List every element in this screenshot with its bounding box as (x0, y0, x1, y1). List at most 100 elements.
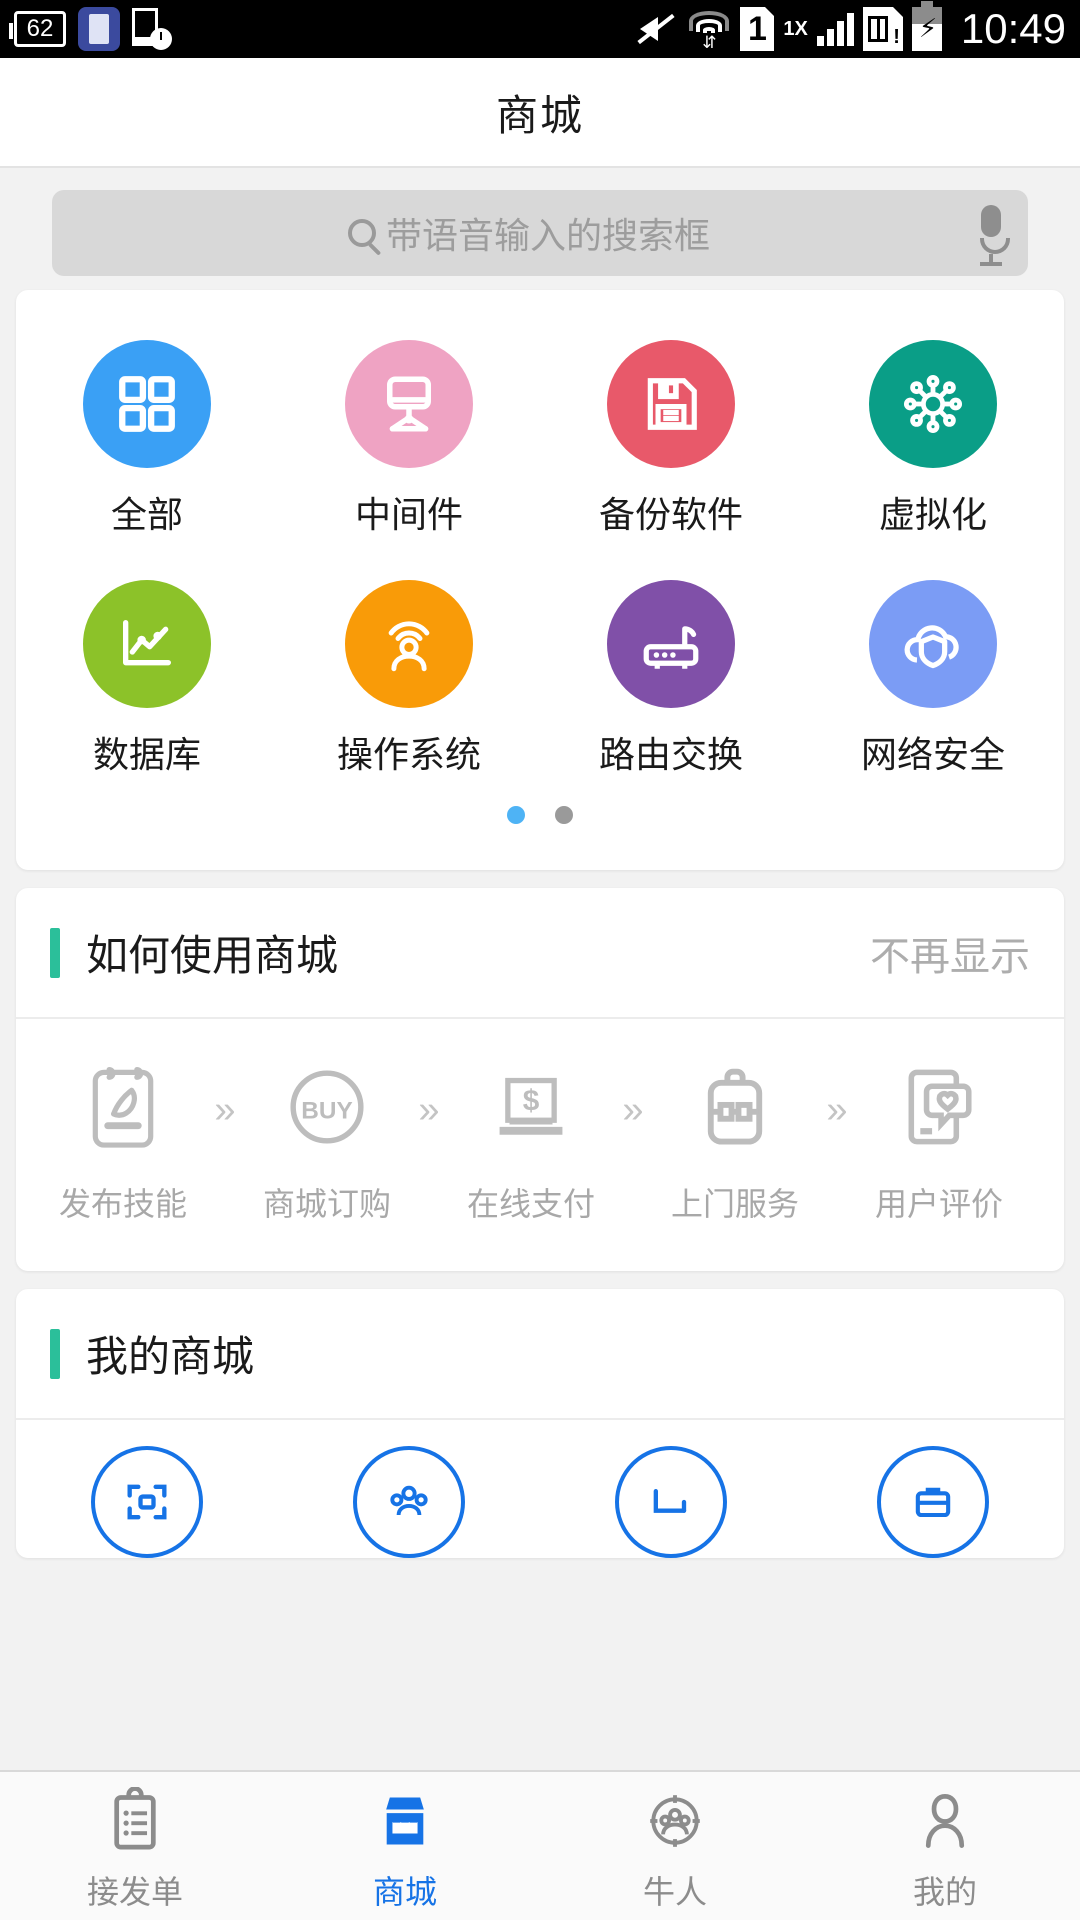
category-label: 数据库 (92, 734, 201, 775)
category-card: 全部 中间件 备份软件 虚拟化 数据库 操作系统 路由交换 网络安全 (16, 290, 1064, 870)
category-label: 虚拟化 (878, 494, 987, 535)
category-item-middleware[interactable]: 中间件 (278, 340, 540, 538)
scan-frame-icon (91, 1446, 203, 1558)
category-item-netsecurity[interactable]: 网络安全 (802, 580, 1064, 778)
status-bar: 62 ⇵ 1 1X ! ⚡ 10:49 (0, 0, 1080, 58)
step-separator-icon: » (418, 1089, 440, 1131)
sim-alert-icon: ! (862, 7, 903, 51)
phone-charging-icon (78, 7, 120, 51)
howto-step-order[interactable]: BUY 商城订购 (244, 1061, 410, 1225)
tab-talent[interactable]: 牛人 (540, 1779, 810, 1913)
category-label: 全部 (110, 494, 183, 535)
pager-dot-2[interactable] (555, 806, 573, 824)
clipboard-list-icon (105, 1779, 165, 1855)
mymall-header: 我的商城 (16, 1289, 1064, 1418)
howto-step-pay[interactable]: $ 在线支付 (448, 1061, 614, 1225)
step-separator-icon: » (622, 1089, 644, 1131)
search-section: 带语音输入的搜索框 (0, 168, 1080, 290)
step-label: 用户评价 (874, 1186, 1003, 1222)
buy-circle-icon: BUY (285, 1061, 369, 1153)
vibrate-mute-icon (632, 10, 678, 48)
page-title: 商城 (495, 91, 584, 139)
mymall-title: 我的商城 (86, 1333, 255, 1380)
virus-node-icon (869, 340, 997, 468)
mymall-item-4[interactable] (802, 1446, 1064, 1558)
category-item-all[interactable]: 全部 (16, 340, 278, 538)
howto-step-publish[interactable]: 发布技能 (40, 1061, 206, 1225)
mymall-item-1[interactable] (16, 1446, 278, 1558)
step-label: 发布技能 (58, 1186, 187, 1222)
floppy-disk-icon (607, 340, 735, 468)
search-input-area[interactable]: 带语音输入的搜索框 (78, 207, 980, 259)
step-separator-icon: » (826, 1089, 848, 1131)
category-grid: 全部 中间件 备份软件 虚拟化 数据库 操作系统 路由交换 网络安全 (16, 340, 1064, 778)
mymall-item-2[interactable] (278, 1446, 540, 1558)
laptop-dollar-icon: $ (488, 1061, 574, 1153)
briefcase-icon (877, 1446, 989, 1558)
microphone-icon[interactable] (980, 205, 1010, 266)
step-label: 商城订购 (262, 1186, 391, 1222)
category-item-virtualization[interactable]: 虚拟化 (802, 340, 1064, 538)
howto-steps: 发布技能 » BUY 商城订购 » $ 在线支付 » 上门服务 » 用户评价 (16, 1019, 1064, 1271)
sim-slot-value: 1 (747, 9, 767, 48)
people-group-icon (353, 1446, 465, 1558)
shop-icon (374, 1779, 436, 1855)
battery-badge-value: 62 (26, 15, 54, 42)
step-label: 在线支付 (466, 1186, 595, 1222)
svg-text:BUY: BUY (301, 1098, 352, 1125)
bracket-icon (615, 1446, 727, 1558)
step-separator-icon: » (214, 1089, 236, 1131)
category-label: 备份软件 (598, 494, 743, 535)
phone-timer-icon (132, 8, 172, 50)
search-box[interactable]: 带语音输入的搜索框 (52, 190, 1028, 276)
category-item-os[interactable]: 操作系统 (278, 580, 540, 778)
cloud-shield-icon (869, 580, 997, 708)
howto-step-service[interactable]: 上门服务 (652, 1061, 818, 1225)
category-label: 网络安全 (860, 734, 1005, 775)
mymall-card: 我的商城 (16, 1289, 1064, 1558)
status-bar-right: ⇵ 1 1X ! ⚡ 10:49 (632, 1, 1066, 52)
category-pager[interactable] (16, 778, 1064, 858)
category-item-backup[interactable]: 备份软件 (540, 340, 802, 538)
tab-label: 牛人 (642, 1874, 707, 1910)
category-label: 中间件 (354, 494, 463, 535)
app-root: 62 ⇵ 1 1X ! ⚡ 10:49 商城 带语音输入的搜索框 全部 中间件 … (0, 0, 1080, 1920)
tab-label: 商城 (372, 1874, 437, 1910)
svg-text:$: $ (523, 1084, 540, 1117)
howto-header: 如何使用商城 不再显示 (16, 888, 1064, 1017)
step-label: 上门服务 (670, 1186, 799, 1222)
network-type-label: 1X (783, 17, 808, 40)
category-item-database[interactable]: 数据库 (16, 580, 278, 778)
status-bar-clock: 10:49 (960, 5, 1066, 52)
battery-saver-icon: 62 (9, 11, 66, 47)
broadcast-users-icon (345, 580, 473, 708)
mymall-grid (16, 1420, 1064, 1558)
tab-orders[interactable]: 接发单 (0, 1779, 270, 1913)
line-chart-icon (83, 580, 211, 708)
title-bar: 商城 (0, 58, 1080, 168)
wifi-icon: ⇵ (687, 9, 731, 51)
bottom-tab-bar: 接发单 商城 牛人 我的 (0, 1770, 1080, 1920)
battery-charging-icon: ⚡ (911, 1, 942, 51)
howto-dismiss-button[interactable]: 不再显示 (870, 924, 1030, 982)
toolbox-icon (693, 1061, 777, 1153)
router-icon (607, 580, 735, 708)
status-bar-left: 62 (9, 7, 172, 51)
howto-step-review[interactable]: 用户评价 (856, 1061, 1022, 1225)
clipboard-pen-icon (81, 1061, 165, 1153)
mymall-item-3[interactable] (540, 1446, 802, 1558)
tab-profile[interactable]: 我的 (810, 1779, 1080, 1913)
signal-bars-icon (816, 12, 854, 46)
category-label: 操作系统 (336, 734, 481, 775)
howto-card: 如何使用商城 不再显示 发布技能 » BUY 商城订购 » $ 在线支付 » 上… (16, 888, 1064, 1271)
tab-label: 我的 (912, 1874, 977, 1910)
search-input[interactable]: 带语音输入的搜索框 (386, 207, 710, 259)
phone-heart-icon (897, 1061, 981, 1153)
category-item-router[interactable]: 路由交换 (540, 580, 802, 778)
pager-dot-1[interactable] (507, 806, 525, 824)
howto-title: 如何使用商城 (86, 932, 339, 979)
sim-slot-icon: 1 (740, 7, 775, 51)
grid-squares-icon (83, 340, 211, 468)
tab-mall[interactable]: 商城 (270, 1779, 540, 1913)
section-accent-bar (50, 1328, 60, 1379)
